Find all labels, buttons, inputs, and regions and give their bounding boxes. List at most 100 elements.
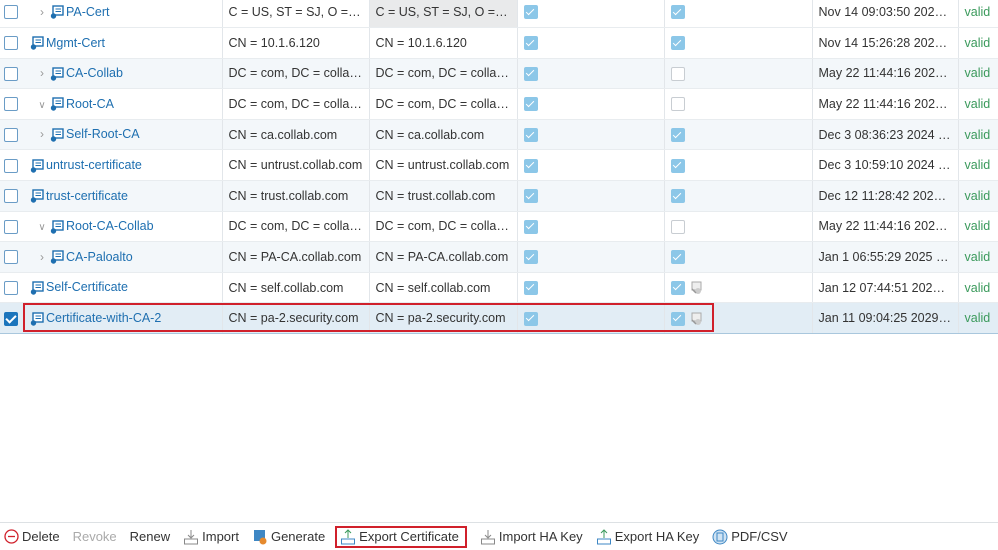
row-checkbox[interactable] (4, 189, 18, 204)
ha-key-icon (690, 281, 701, 294)
certificate-icon (50, 97, 64, 112)
certificate-name-link[interactable]: Root-CA-Collab (66, 219, 154, 233)
expand-chevron-icon[interactable]: › (34, 250, 50, 264)
row-checkbox[interactable] (4, 128, 18, 143)
certificate-name-link[interactable]: Mgmt-Cert (46, 36, 105, 50)
certificate-name-link[interactable]: Root-CA (66, 97, 114, 111)
ca-checkbox (523, 219, 538, 234)
status-cell: valid (958, 0, 998, 29)
key-cell (664, 180, 813, 212)
issuer-cell: CN = untrust.collab.com (369, 149, 518, 182)
row-checkbox[interactable] (4, 280, 18, 295)
ca-cell (517, 241, 665, 273)
ca-cell (517, 302, 665, 335)
certificate-name-link[interactable]: trust-certificate (46, 189, 128, 203)
toolbar: Delete Revoke Renew Import Generate Expo… (0, 522, 998, 550)
certificate-name-link[interactable]: Certificate-with-CA-2 (46, 311, 161, 325)
revoke-button[interactable]: Revoke (73, 529, 117, 544)
certificate-icon (50, 220, 64, 234)
key-checkbox (670, 219, 685, 234)
delete-button[interactable]: Delete (4, 529, 60, 544)
ca-cell (517, 180, 665, 212)
row-checkbox[interactable] (4, 219, 18, 234)
key-cell (664, 88, 813, 120)
ca-checkbox (523, 158, 538, 173)
name-cell: › PA-Cert (22, 0, 223, 29)
generate-button[interactable]: Generate (252, 529, 325, 545)
issuer-cell: CN = ca.collab.com (369, 119, 518, 151)
table-row[interactable]: ∨ Root-CA DC = com, DC = collab, ... DC = c… (0, 88, 998, 120)
issuer-cell: CN = PA-CA.collab.com (369, 241, 518, 273)
key-checkbox (670, 280, 685, 295)
row-checkbox[interactable] (4, 5, 18, 20)
row-select-cell (0, 119, 22, 151)
renew-button[interactable]: Renew (130, 529, 170, 544)
key-cell (664, 0, 813, 29)
issuer-cell: DC = com, DC = collab, ... (369, 211, 518, 243)
certificate-name-link[interactable]: Self-Certificate (46, 280, 128, 294)
ca-checkbox (523, 66, 538, 81)
import-button[interactable]: Import (183, 529, 239, 545)
ca-checkbox (523, 36, 538, 51)
row-select-cell (0, 302, 22, 335)
expand-chevron-icon[interactable]: › (34, 66, 50, 80)
import-ha-key-button[interactable]: Import HA Key (480, 529, 583, 545)
expires-cell: Jan 12 07:44:51 2025 G... (812, 272, 959, 304)
name-cell: › CA-Paloalto (22, 241, 223, 273)
certificate-icon (50, 128, 64, 142)
pdf-csv-label: PDF/CSV (731, 529, 788, 544)
table-row[interactable]: ∨ Root-CA-Collab DC = com, DC = collab, ..… (0, 211, 998, 243)
row-checkbox[interactable] (4, 36, 18, 51)
export-ha-key-button[interactable]: Export HA Key (596, 528, 699, 545)
row-checkbox[interactable] (4, 158, 18, 173)
table-row[interactable]: › Self-Root-CA CN = ca.collab.com CN = ca.c… (0, 119, 998, 151)
table-row[interactable]: Certificate-with-CA-2 CN = pa-2.security.… (0, 302, 998, 335)
table-row[interactable]: Self-Certificate CN = self.collab.com CN =… (0, 272, 998, 304)
table-row[interactable]: › CA-Paloalto CN = PA-CA.collab.com CN = PA… (0, 241, 998, 273)
ca-cell (517, 211, 665, 243)
expires-cell: Nov 14 09:03:50 2024 ... (812, 0, 959, 29)
certificate-name-link[interactable]: untrust-certificate (46, 158, 142, 172)
name-cell: › Self-Root-CA (22, 119, 223, 151)
export-certificate-button[interactable]: Export Certificate (335, 525, 467, 548)
expand-chevron-icon[interactable]: › (34, 127, 50, 141)
table-row[interactable]: Mgmt-Cert CN = 10.1.6.120 CN = 10.1.6.120 N… (0, 27, 998, 59)
collapse-chevron-icon[interactable]: ∨ (34, 100, 50, 111)
table-row[interactable]: › PA-Cert C = US, ST = SJ, O = Sec... C = U… (0, 0, 998, 29)
issuer-cell: CN = 10.1.6.120 (369, 27, 518, 59)
collapse-chevron-icon[interactable]: ∨ (34, 222, 50, 233)
certificate-name-link[interactable]: CA-Paloalto (66, 250, 133, 264)
certificate-icon (50, 5, 64, 20)
certificate-icon (50, 250, 64, 265)
subject-cell: CN = untrust.collab.com (222, 149, 370, 182)
export-certificate-label: Export Certificate (359, 529, 459, 544)
table-row[interactable]: untrust-certificate CN = untrust.collab.c… (0, 149, 998, 182)
ca-checkbox (523, 311, 538, 326)
certificate-name-link[interactable]: CA-Collab (66, 66, 123, 80)
certificate-icon (30, 158, 44, 173)
table-row[interactable]: › CA-Collab DC = com, DC = collab, ... DC =… (0, 58, 998, 90)
subject-cell: C = US, ST = SJ, O = Sec... (222, 0, 370, 29)
status-cell: valid (958, 119, 998, 151)
subject-cell: CN = pa-2.security.com (222, 302, 370, 335)
generate-certificate-icon (253, 529, 267, 544)
pdf-csv-button[interactable]: PDF/CSV (712, 529, 788, 545)
import-icon (480, 529, 495, 544)
name-cell: › CA-Collab (22, 58, 223, 90)
row-checkbox[interactable] (4, 97, 18, 112)
subject-cell: CN = 10.1.6.120 (222, 27, 370, 59)
import-label: Import (202, 529, 239, 544)
key-cell (664, 27, 813, 59)
table-row[interactable]: trust-certificate CN = trust.collab.com CN… (0, 180, 998, 212)
expand-chevron-icon[interactable]: › (34, 5, 50, 19)
row-checkbox[interactable] (4, 250, 18, 265)
expires-cell: Dec 3 10:59:10 2024 G... (812, 149, 959, 182)
row-checkbox[interactable] (4, 66, 18, 81)
certificate-name-link[interactable]: Self-Root-CA (66, 127, 140, 141)
row-checkbox[interactable] (4, 311, 18, 326)
ca-cell (517, 119, 665, 151)
ca-checkbox (523, 97, 538, 112)
certificate-name-link[interactable]: PA-Cert (66, 5, 110, 19)
renew-label: Renew (129, 529, 171, 544)
subject-cell: DC = com, DC = collab, ... (222, 58, 370, 90)
